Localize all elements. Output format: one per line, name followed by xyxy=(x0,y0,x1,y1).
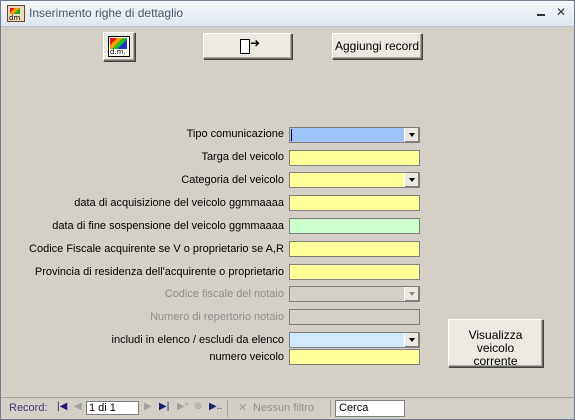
last-record-icon[interactable]: ▶| xyxy=(159,401,169,412)
extra-nav-icon[interactable]: ▶.. xyxy=(209,401,222,412)
record-label: Record: xyxy=(9,402,48,414)
categoria-veicolo-combo[interactable] xyxy=(289,172,420,188)
arrow-right-icon: ➜ xyxy=(250,36,261,50)
label-numero-veicolo: numero veicolo xyxy=(209,351,284,363)
label-codice-fiscale-notaio: Codice fiscale del notaio xyxy=(164,288,284,300)
codice-fiscale-notaio-combo xyxy=(289,286,420,302)
separator xyxy=(330,400,331,417)
view-vehicle-label-2: corrente xyxy=(473,354,518,368)
chevron-down-icon[interactable] xyxy=(404,128,419,142)
palette-button[interactable] xyxy=(103,32,135,61)
tipo-comunicazione-combo[interactable] xyxy=(289,127,420,143)
text-caret xyxy=(291,129,292,141)
filter-icon: ✕ xyxy=(238,402,248,414)
exit-button[interactable]: ➜ xyxy=(203,33,292,59)
window-title: Inserimento righe di dettaglio xyxy=(29,6,184,20)
numero-veicolo-input[interactable] xyxy=(289,349,420,365)
data-fine-sospensione-input[interactable] xyxy=(289,218,420,234)
main-window: Inserimento righe di dettaglio ✕ ➜ Aggiu… xyxy=(0,0,575,420)
label-codice-fiscale-acquirente: Codice Fiscale acquirente se V o proprie… xyxy=(29,243,284,255)
stop-icon: ⊗ xyxy=(194,401,203,412)
label-categoria-veicolo: Categoria del veicolo xyxy=(181,174,284,186)
add-record-button[interactable]: Aggiungi record xyxy=(332,33,422,59)
label-data-fine-sospensione: data di fine sospensione del veicolo ggm… xyxy=(52,220,284,232)
label-tipo-comunicazione: Tipo comunicazione xyxy=(186,128,284,140)
provincia-residenza-input[interactable] xyxy=(289,264,420,280)
chevron-down-icon xyxy=(404,287,419,301)
record-position-field[interactable]: 1 di 1 xyxy=(86,401,139,415)
label-data-acquisizione: data di acquisizione del veicolo ggmmaaa… xyxy=(74,197,284,209)
filter-status[interactable]: Nessun filtro xyxy=(253,402,314,414)
codice-fiscale-acquirente-input[interactable] xyxy=(289,241,420,257)
separator xyxy=(227,400,228,417)
label-numero-repertorio: Numero di repertorio notaio xyxy=(150,311,284,323)
first-record-icon[interactable]: |◀ xyxy=(57,401,67,412)
app-logo-icon xyxy=(7,5,25,22)
label-provincia-residenza: Provincia di residenza dell'acquirente o… xyxy=(34,266,284,278)
numero-repertorio-input xyxy=(289,309,420,325)
record-navigation-bar: Record: |◀ ◀ 1 di 1 ▶ ▶| ▶* ⊗ ▶.. ✕ Ness… xyxy=(1,397,574,419)
chevron-down-icon[interactable] xyxy=(404,173,419,187)
next-record-icon: ▶ xyxy=(144,401,152,412)
new-record-icon: ▶* xyxy=(177,401,189,412)
door-exit-icon xyxy=(240,39,250,54)
search-input[interactable]: Cerca xyxy=(335,400,405,417)
includi-escludi-combo[interactable] xyxy=(289,332,420,348)
chevron-down-icon[interactable] xyxy=(404,333,419,347)
view-vehicle-button[interactable]: Visualizza veicolo corrente xyxy=(448,319,543,368)
close-button[interactable]: ✕ xyxy=(554,5,568,19)
title-bar: Inserimento righe di dettaglio ✕ xyxy=(1,1,574,27)
data-acquisizione-input[interactable] xyxy=(289,195,420,211)
targa-veicolo-input[interactable] xyxy=(289,150,420,166)
label-includi-escludi: includi in elenco / escludi da elenco xyxy=(111,334,284,346)
previous-record-icon: ◀ xyxy=(74,401,82,412)
label-targa-veicolo: Targa del veicolo xyxy=(201,151,284,163)
view-vehicle-label-1: Visualizza veicolo xyxy=(468,328,523,355)
dm-palette-icon xyxy=(108,36,130,57)
minimize-button[interactable] xyxy=(534,5,548,19)
